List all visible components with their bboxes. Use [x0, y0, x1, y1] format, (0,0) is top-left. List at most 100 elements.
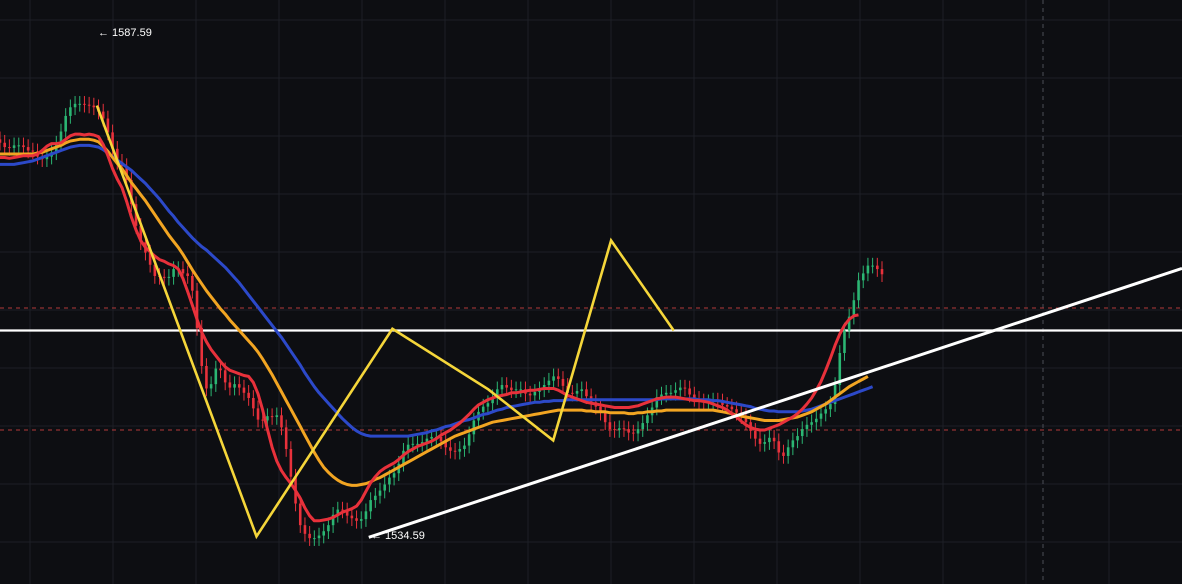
candle-body [688, 388, 691, 395]
candle-body [575, 391, 579, 394]
candle-body [64, 115, 67, 132]
candle-body [17, 145, 21, 147]
candle-body [824, 409, 827, 414]
candle-body [303, 525, 307, 534]
candle-body [735, 409, 738, 413]
candle-body [622, 428, 626, 430]
candle-body [92, 105, 96, 108]
candle-body [641, 423, 645, 430]
ascending-trendline [368, 266, 1182, 539]
candle-body [317, 535, 321, 539]
candle-body [772, 437, 776, 442]
candle-body [12, 145, 16, 148]
candle-body [754, 430, 757, 439]
candle-body [191, 275, 194, 291]
candle-body [237, 384, 241, 388]
candle-body [613, 429, 616, 431]
candle-body [364, 511, 368, 520]
candle-body [866, 265, 870, 274]
candle-body [603, 412, 607, 423]
candles [0, 96, 884, 546]
candle-body [580, 389, 584, 392]
candle-body [669, 392, 673, 394]
candle-body [876, 265, 879, 270]
candle-body [815, 418, 818, 423]
candle-body [289, 449, 293, 477]
candle-body [861, 273, 865, 281]
zigzag-line [95, 105, 675, 540]
candle-body [880, 269, 884, 275]
candle-body [214, 368, 218, 385]
candle-body [313, 538, 316, 540]
candle-body [810, 422, 813, 425]
candle-body [646, 415, 649, 424]
candle-body [458, 449, 462, 452]
candle-body [782, 452, 785, 456]
trendline [368, 266, 1182, 539]
candle-body [31, 150, 35, 152]
candle-body [162, 276, 166, 278]
candle-body [829, 404, 832, 410]
candle-body [87, 104, 91, 106]
candle-body [627, 429, 630, 433]
candle-body [683, 387, 687, 389]
candle-body [664, 392, 668, 395]
candle-body [22, 145, 25, 148]
candle-body [280, 415, 283, 428]
candle-body [463, 445, 466, 450]
candle-body [69, 107, 72, 116]
candle-body [78, 103, 82, 105]
candle-body [355, 518, 358, 521]
candle-body [843, 330, 846, 353]
candle-body [284, 427, 288, 450]
candle-body [270, 416, 274, 418]
candle-body [327, 525, 330, 532]
low-price-label: ← 1534.59 [371, 530, 425, 542]
candle-body [172, 269, 175, 277]
candle-body [519, 389, 523, 391]
candle-body [561, 378, 565, 386]
candle-body [571, 392, 574, 394]
candle-body [449, 447, 452, 451]
chart-canvas[interactable]: ← 1587.59 ← 1534.59 [0, 0, 1182, 584]
zigzag-pattern [95, 105, 675, 540]
candle-body [256, 408, 260, 420]
candle-body [556, 376, 560, 379]
candle-body [228, 382, 232, 388]
candle-body [777, 441, 781, 453]
candle-body [674, 390, 677, 393]
candle-body [369, 500, 372, 512]
candle-body [219, 368, 222, 371]
candle-body [481, 406, 485, 412]
candle-body [453, 450, 457, 452]
candle-body [467, 434, 471, 446]
candle-body [0, 139, 2, 143]
candle-body [786, 447, 790, 456]
candle-body [242, 387, 246, 393]
candle-body [411, 443, 415, 445]
candle-body [800, 429, 804, 437]
candle-body [533, 391, 537, 396]
candle-body [252, 397, 255, 409]
candle-body [233, 384, 236, 388]
candle-body [510, 387, 513, 391]
candle-body [805, 424, 809, 430]
candle-body [486, 403, 490, 407]
candle-body [632, 432, 635, 434]
candle-body [8, 147, 11, 149]
candle-body [608, 422, 612, 430]
candle-body [819, 413, 823, 419]
candle-body [796, 436, 799, 441]
candle-body [871, 265, 874, 267]
candle-body [181, 269, 185, 274]
candle-body [247, 392, 250, 398]
candle-body [26, 147, 30, 151]
candle-body [514, 389, 518, 391]
candle-body [617, 428, 621, 430]
candle-body [388, 477, 391, 485]
candle-body [791, 440, 795, 448]
candle-body [383, 484, 386, 491]
price-chart[interactable]: ← 1587.59 ← 1534.59 [0, 0, 1182, 584]
candle-body [298, 503, 302, 526]
candle-body [547, 380, 551, 386]
